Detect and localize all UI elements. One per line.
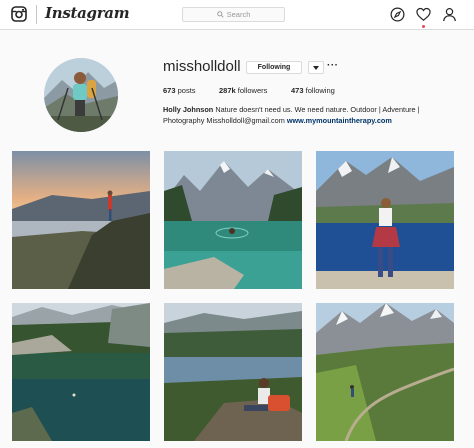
- post-thumbnail-3[interactable]: [316, 151, 454, 289]
- followers-count: 287k: [219, 86, 236, 95]
- post-photo-mountain-lake-swimmer: [164, 151, 302, 289]
- post-thumbnail-1[interactable]: [12, 151, 150, 289]
- post-photo-sunset-cliff: [12, 151, 150, 289]
- post-thumbnail-4[interactable]: [12, 303, 150, 441]
- post-photo-hiker-glacier-lake: [316, 151, 454, 289]
- search-icon: [216, 11, 224, 18]
- post-photo-alpine-trail: [316, 303, 454, 441]
- instagram-wordmark[interactable]: Instagram: [45, 4, 130, 22]
- notification-dot: [422, 25, 425, 28]
- following-count: 473: [291, 86, 304, 95]
- post-thumbnail-6[interactable]: [316, 303, 454, 441]
- top-navigation-bar: Instagram Search: [0, 0, 474, 30]
- posts-stat: 673 posts: [163, 86, 196, 95]
- post-thumbnail-2[interactable]: [164, 151, 302, 289]
- bio-text-line1: Nature doesn't need us. We need nature. …: [215, 105, 420, 114]
- post-photo-valley-lake-sitter: [164, 303, 302, 441]
- bio-website-link[interactable]: www.mymountaintherapy.com: [287, 116, 392, 125]
- following-button[interactable]: Following: [246, 61, 302, 74]
- search-placeholder: Search: [226, 10, 251, 19]
- posts-count: 673: [163, 86, 176, 95]
- profile-username: missholldoll: [163, 58, 241, 75]
- post-photo-forest-lake: [12, 303, 150, 441]
- profile-icon[interactable]: [442, 7, 457, 22]
- suggestions-dropdown-button[interactable]: [308, 61, 324, 74]
- following-label: following: [305, 86, 335, 95]
- profile-bio: Holly Johnson Nature doesn't need us. We…: [163, 104, 463, 126]
- profile-avatar[interactable]: [44, 58, 118, 132]
- posts-label: posts: [177, 86, 196, 95]
- logo-divider: [36, 5, 37, 24]
- following-stat[interactable]: 473 following: [291, 86, 335, 95]
- bio-text-line2: Photography Missholldoll@gmail.com: [163, 116, 285, 125]
- heart-icon[interactable]: [416, 7, 431, 22]
- search-input[interactable]: Search: [182, 7, 285, 22]
- followers-label: followers: [237, 86, 268, 95]
- instagram-camera-icon[interactable]: [11, 6, 27, 22]
- post-thumbnail-5[interactable]: [164, 303, 302, 441]
- avatar-photo: [44, 58, 118, 132]
- bio-name: Holly Johnson: [163, 105, 214, 114]
- chevron-down-icon: [313, 65, 319, 70]
- followers-stat[interactable]: 287k followers: [219, 86, 267, 95]
- explore-compass-icon[interactable]: [390, 7, 405, 22]
- more-options-button[interactable]: ···: [327, 60, 339, 71]
